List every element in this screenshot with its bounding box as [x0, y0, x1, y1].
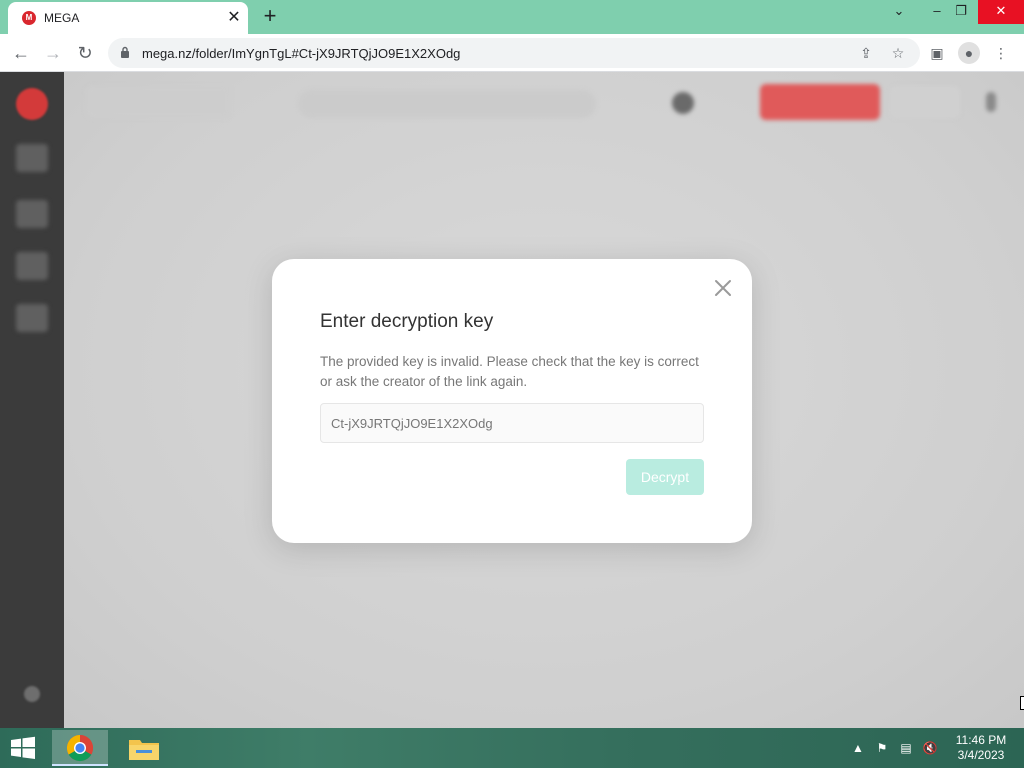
mega-logo-icon	[16, 88, 48, 120]
browser-tab-mega[interactable]: M MEGA ✕	[8, 2, 248, 34]
blurred-create-account-button	[760, 84, 880, 120]
taskbar-chrome[interactable]	[52, 730, 108, 766]
reload-icon[interactable]: ↻	[74, 42, 96, 64]
mega-page: Enter decryption key The provided key is…	[0, 72, 1024, 728]
window-close-button[interactable]: ✕	[978, 0, 1024, 24]
chrome-icon	[66, 734, 94, 762]
url-text: mega.nz/folder/ImYgnTgL#Ct-jX9JRTQjJO9E1…	[142, 46, 461, 61]
tab-close-icon[interactable]: ✕	[224, 8, 244, 28]
address-bar[interactable]: mega.nz/folder/ImYgnTgL#Ct-jX9JRTQjJO9E1…	[108, 38, 920, 68]
blurred-language-icon	[672, 92, 694, 114]
taskbar: ▲ ⚑ ▤ 🔇 11:46 PM 3/4/2023	[0, 728, 1024, 768]
dialog-close-icon[interactable]	[712, 277, 734, 299]
invalid-key-message: The provided key is invalid. Please chec…	[320, 354, 699, 389]
tab-search-chevron-icon[interactable]: ⌄	[882, 0, 916, 24]
cloud-drive-icon	[16, 144, 48, 172]
decryption-key-input[interactable]	[320, 403, 704, 443]
settings-icon	[24, 686, 40, 702]
file-explorer-folder-icon	[129, 740, 159, 760]
lock-icon	[121, 46, 129, 58]
kebab-menu-icon[interactable]: ⋮	[990, 42, 1012, 64]
blurred-business-link	[86, 86, 230, 118]
messages-icon	[16, 304, 48, 332]
tab-title: MEGA	[44, 11, 80, 25]
chat-icon	[16, 252, 48, 280]
clock-time: 11:46 PM	[955, 733, 1007, 747]
blurred-menu-icon	[986, 92, 996, 112]
blurred-login-button	[890, 86, 960, 118]
sidebar	[0, 72, 64, 728]
network-icon[interactable]: ▤	[898, 740, 914, 756]
side-panel-icon[interactable]: ▣	[926, 42, 948, 64]
mega-favicon-icon: M	[22, 11, 36, 25]
dialog-title: Enter decryption key	[320, 311, 494, 332]
browser-tab-strip: M MEGA ✕ + ⌄ – ❐ ✕	[0, 0, 1024, 34]
restore-button[interactable]: ❐	[944, 0, 978, 24]
bookmark-star-icon[interactable]: ☆	[888, 43, 908, 63]
volume-muted-icon[interactable]: 🔇	[922, 740, 938, 756]
forward-arrow-icon[interactable]: →	[42, 42, 64, 64]
profile-avatar-icon[interactable]: ●	[958, 42, 980, 64]
blurred-search-bar	[298, 90, 596, 118]
decryption-key-dialog: Enter decryption key The provided key is…	[272, 259, 752, 543]
windows-start-icon[interactable]	[8, 736, 38, 760]
mouse-cursor	[1020, 696, 1024, 710]
action-center-flag-icon[interactable]: ⚑	[874, 740, 890, 756]
decrypt-button[interactable]: Decrypt	[626, 459, 704, 495]
new-tab-button[interactable]: +	[258, 5, 282, 29]
browser-toolbar: ← → ↻ mega.nz/folder/ImYgnTgL#Ct-jX9JRTQ…	[0, 34, 1024, 72]
photos-icon	[16, 200, 48, 228]
show-hidden-icons-icon[interactable]: ▲	[850, 740, 866, 756]
taskbar-clock[interactable]: 11:46 PM 3/4/2023	[946, 733, 1016, 763]
clock-date: 3/4/2023	[957, 748, 1005, 762]
back-arrow-icon[interactable]: ←	[10, 42, 32, 64]
share-icon[interactable]: ⇪	[856, 43, 876, 63]
taskbar-file-explorer[interactable]	[116, 730, 172, 766]
